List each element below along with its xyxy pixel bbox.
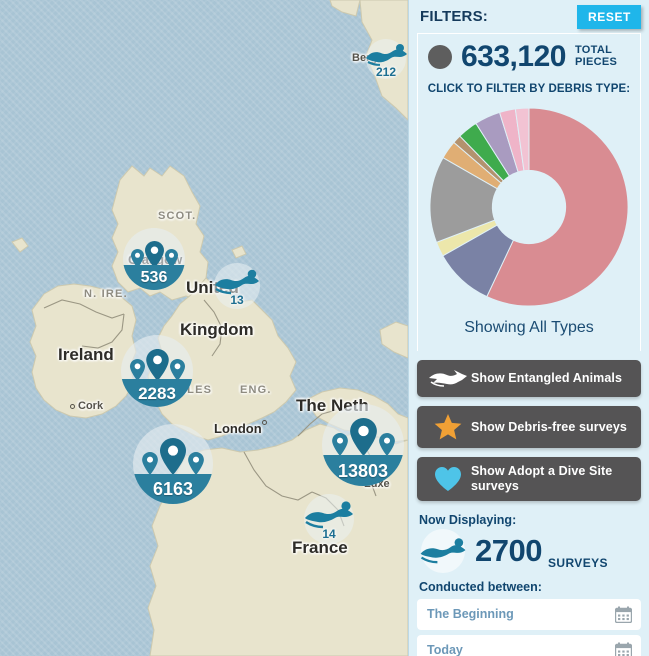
total-pieces-row: 633,120 TOTAL PIECES [424, 42, 634, 72]
cluster-marker-2283[interactable]: 2283 [121, 335, 193, 407]
total-pieces-unit: TOTAL PIECES [574, 44, 618, 69]
total-unit-line2: PIECES [574, 56, 618, 68]
cluster-count-band: 13803 [322, 455, 404, 486]
survey-count-row: 2700 SURVEYS [417, 528, 641, 574]
map-pin-icon [331, 433, 348, 456]
landmass-shapes [11, 0, 408, 656]
diver-count-14: 14 [322, 527, 336, 541]
map-canvas[interactable]: SCOT. N. IRE. ALES ENG. United Kingdom I… [0, 0, 408, 656]
diver-count-13: 13 [230, 293, 244, 307]
cluster-pins [133, 424, 213, 478]
showing-types-label: Showing All Types [464, 319, 594, 336]
map-pin-icon [160, 438, 186, 475]
star-icon [425, 413, 471, 441]
diver-count-212: 212 [375, 65, 397, 79]
diver-icon [305, 501, 353, 529]
debris-free-surveys-label: Show Debris-free surveys [471, 419, 627, 434]
calendar-icon[interactable] [614, 642, 633, 656]
map-pin-icon [142, 452, 158, 475]
calendar-icon[interactable] [614, 606, 633, 628]
donut-chart-svg[interactable] [424, 101, 634, 313]
click-to-filter-hint: CLICK TO FILTER BY DEBRIS TYPE: [427, 83, 631, 95]
city-dot-london [262, 420, 267, 425]
cluster-marker-536[interactable]: 536 [123, 228, 185, 290]
map-pin-icon [144, 241, 164, 268]
now-displaying-label: Now Displaying: [419, 512, 517, 527]
date-from-field[interactable] [417, 598, 641, 630]
cluster-count-2283: 2283 [138, 383, 176, 403]
diver-marker-14[interactable]: 14 [303, 494, 355, 544]
show-adopt-dive-site-button[interactable]: Show Adopt a Dive Site surveys [417, 457, 641, 501]
date-from-input[interactable] [427, 607, 631, 621]
total-color-dot [428, 45, 452, 69]
diver-icon [420, 537, 466, 563]
diver-icon [215, 269, 259, 295]
diver-marker-212[interactable]: 212 [364, 39, 408, 79]
filters-panel: FILTERS: RESET 633,120 TOTAL PIECES CLIC… [408, 0, 649, 656]
survey-count-unit: SURVEYS [547, 555, 608, 570]
show-debris-free-surveys-button[interactable]: Show Debris-free surveys [417, 406, 641, 448]
cluster-marker-13803[interactable]: 13803 [322, 404, 404, 486]
map-pin-icon [145, 349, 169, 381]
map-pin-icon [169, 359, 185, 381]
debris-filter-box: 633,120 TOTAL PIECES CLICK TO FILTER BY … [417, 33, 641, 351]
cluster-count-536: 536 [140, 268, 168, 286]
map-pin-icon [188, 452, 204, 475]
map-pin-icon [129, 359, 145, 381]
cluster-count-6163: 6163 [152, 479, 194, 499]
shark-icon [425, 369, 471, 389]
map-pin-icon [349, 418, 377, 456]
cluster-pins [121, 335, 193, 383]
adopt-dive-site-label: Show Adopt a Dive Site surveys [471, 464, 613, 493]
cluster-count-band: 2283 [121, 379, 193, 407]
date-to-input[interactable] [427, 643, 631, 656]
debris-donut-chart[interactable] [424, 101, 634, 313]
cluster-count-band: 6163 [133, 474, 213, 504]
reset-button[interactable]: RESET [576, 4, 641, 29]
total-pieces-value: 633,120 [461, 40, 566, 73]
heart-icon [425, 466, 471, 492]
app-root: SCOT. N. IRE. ALES ENG. United Kingdom I… [0, 0, 649, 656]
cluster-count-band: 536 [123, 265, 185, 290]
filters-title: FILTERS: [420, 8, 488, 25]
cluster-pins [322, 404, 404, 459]
cluster-count-13803: 13803 [337, 460, 389, 481]
date-to-field[interactable] [417, 634, 641, 656]
city-dot-cork [70, 404, 75, 409]
diver-marker-13[interactable]: 13 [213, 263, 261, 309]
panel-header: FILTERS: RESET [417, 0, 641, 33]
entangled-animals-label: Show Entangled Animals [471, 371, 623, 386]
cluster-marker-6163[interactable]: 6163 [133, 424, 213, 504]
cluster-pins [123, 228, 185, 270]
conducted-between-label: Conducted between: [419, 579, 542, 594]
show-entangled-animals-button[interactable]: Show Entangled Animals [417, 360, 641, 397]
survey-diver-icon-wrap [417, 528, 469, 574]
survey-count-value: 2700 [475, 533, 542, 568]
map-pin-icon [378, 433, 395, 456]
